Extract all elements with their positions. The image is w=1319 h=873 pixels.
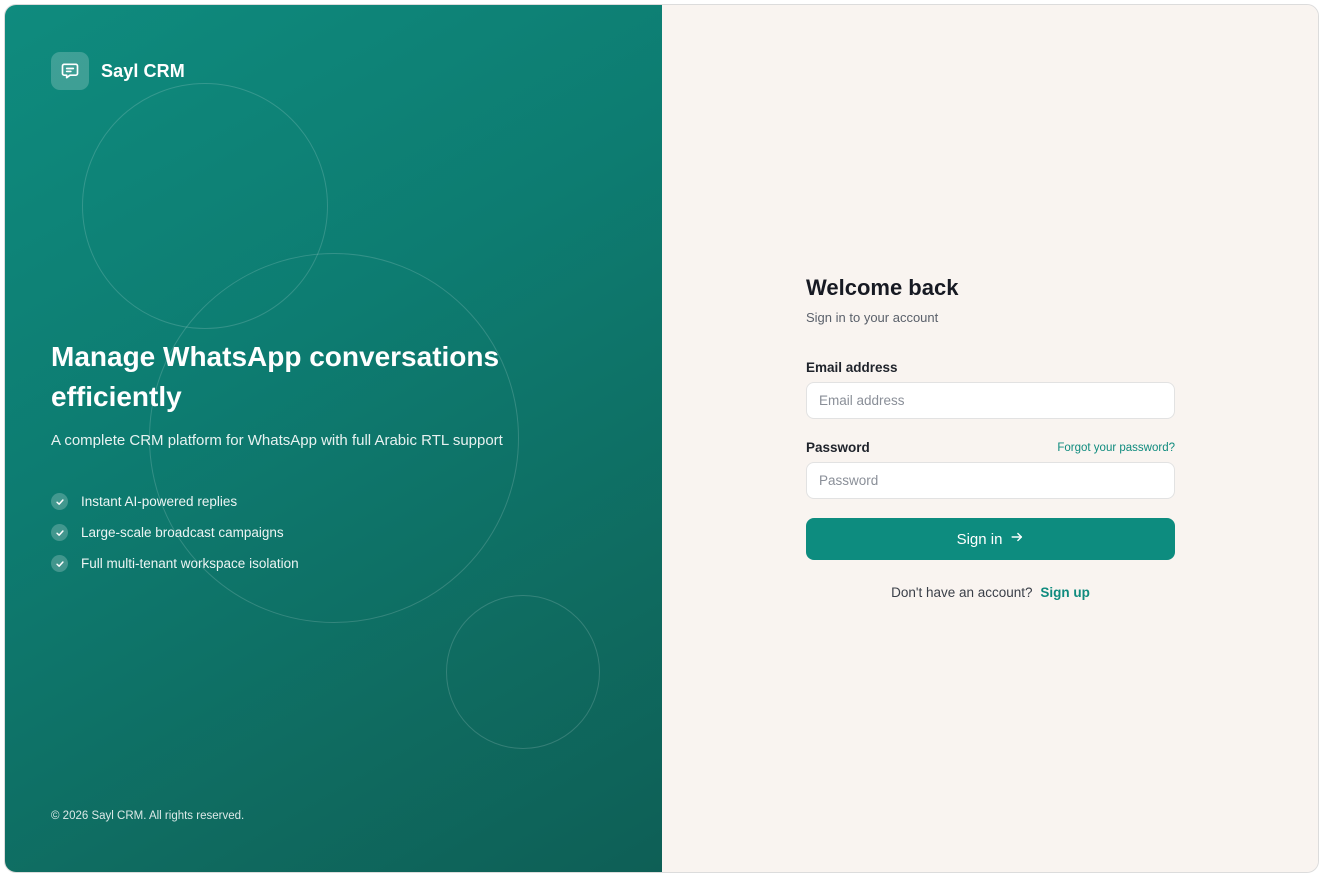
sign-in-label: Sign in bbox=[956, 530, 1003, 548]
chat-bubble-icon bbox=[51, 52, 89, 90]
brand-name: Sayl CRM bbox=[101, 60, 185, 81]
hero-subtitle: A complete CRM platform for WhatsApp wit… bbox=[51, 432, 503, 449]
brand[interactable]: Sayl CRM bbox=[51, 52, 185, 90]
feature-label: Large-scale broadcast campaigns bbox=[81, 525, 284, 540]
forgot-password-link[interactable]: Forgot your password? bbox=[1057, 442, 1175, 454]
feature-label: Full multi-tenant workspace isolation bbox=[81, 556, 299, 571]
feature-label: Instant AI-powered replies bbox=[81, 494, 238, 509]
check-circle-icon bbox=[51, 524, 68, 541]
login-form: Welcome back Sign in to your account Ema… bbox=[806, 275, 1175, 600]
arrow-right-icon bbox=[1010, 530, 1024, 548]
feature-item: Large-scale broadcast campaigns bbox=[51, 517, 299, 548]
signup-prompt: Don't have an account? bbox=[891, 585, 1033, 600]
hero: Manage WhatsApp conversations efficientl… bbox=[51, 337, 611, 449]
sign-in-button[interactable]: Sign in bbox=[806, 518, 1175, 560]
feature-list: Instant AI-powered replies Large-scale b… bbox=[51, 486, 299, 579]
password-label: Password bbox=[806, 440, 870, 455]
login-subtitle: Sign in to your account bbox=[806, 310, 939, 325]
check-circle-icon bbox=[51, 493, 68, 510]
marketing-panel: Sayl CRM Manage WhatsApp conversations e… bbox=[5, 5, 662, 872]
password-field[interactable] bbox=[806, 462, 1175, 499]
signup-prompt-row: Don't have an account? Sign up bbox=[806, 585, 1175, 600]
email-field[interactable] bbox=[806, 382, 1175, 419]
email-label: Email address bbox=[806, 360, 898, 375]
feature-item: Instant AI-powered replies bbox=[51, 486, 299, 517]
feature-item: Full multi-tenant workspace isolation bbox=[51, 548, 299, 579]
sign-up-link[interactable]: Sign up bbox=[1040, 585, 1090, 600]
hero-title: Manage WhatsApp conversations efficientl… bbox=[51, 341, 500, 412]
decorative-circle bbox=[446, 595, 600, 749]
login-title: Welcome back bbox=[806, 275, 959, 300]
app-window: Sayl CRM Manage WhatsApp conversations e… bbox=[4, 4, 1319, 873]
copyright-text: © 2026 Sayl CRM. All rights reserved. bbox=[51, 810, 245, 822]
password-label-row: Password Forgot your password? bbox=[806, 440, 1175, 455]
login-panel: Welcome back Sign in to your account Ema… bbox=[662, 5, 1318, 872]
check-circle-icon bbox=[51, 555, 68, 572]
